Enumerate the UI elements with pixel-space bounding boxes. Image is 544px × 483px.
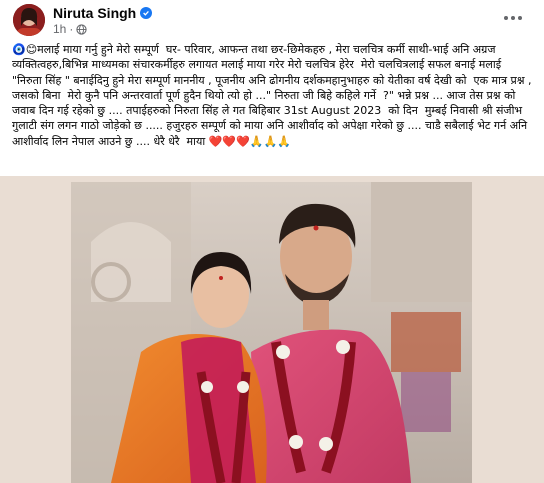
more-options-icon[interactable]	[500, 8, 526, 28]
post-meta: 1h ·	[53, 22, 87, 36]
wedding-photo-image	[71, 182, 472, 483]
post-body-text: 🧿😊मलाई माया गर्नु हुने मेरो सम्पूर्ण घर-…	[12, 43, 536, 148]
globe-icon[interactable]	[76, 23, 87, 35]
author-row: Niruta Singh	[53, 5, 153, 21]
post-timestamp[interactable]: 1h	[53, 22, 66, 36]
avatar-image	[13, 4, 45, 36]
verified-badge-icon	[140, 7, 153, 19]
post-photo[interactable]	[71, 182, 472, 483]
meta-separator: ·	[69, 22, 74, 36]
post-header: Niruta Singh 1h ·	[0, 0, 544, 40]
author-name[interactable]: Niruta Singh	[53, 5, 136, 21]
author-avatar[interactable]	[13, 4, 45, 36]
